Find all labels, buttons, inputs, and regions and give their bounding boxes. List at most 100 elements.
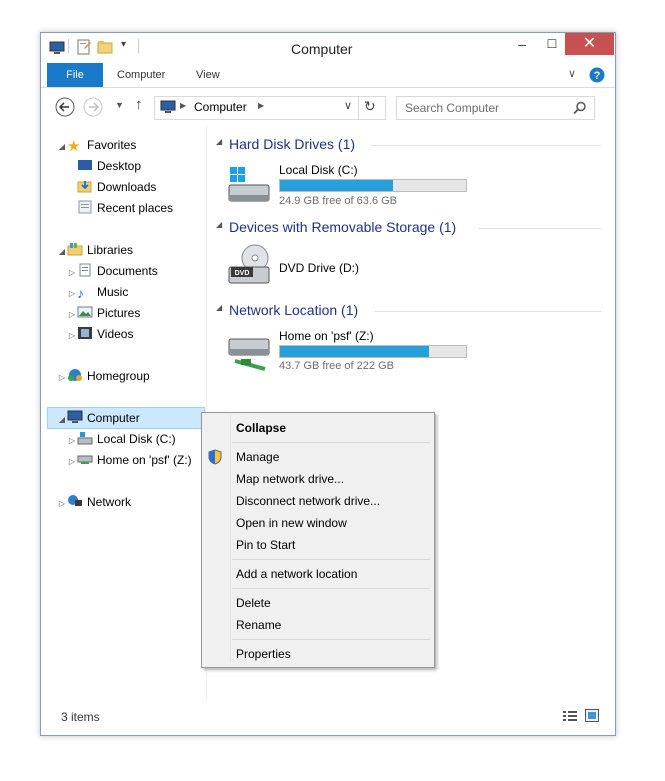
nav-recent-places-label: Recent places (97, 201, 174, 215)
menu-item-properties[interactable]: Properties (236, 647, 291, 661)
group-line (371, 145, 601, 146)
nav-libraries[interactable]: ◢ Libraries (57, 240, 133, 260)
nav-pictures-label: Pictures (97, 306, 141, 320)
menu-item-pin-to-start[interactable]: Pin to Start (236, 538, 295, 552)
computer-icon[interactable] (49, 41, 65, 55)
drive-name-home-psf[interactable]: Home on 'psf' (Z:) (279, 329, 374, 343)
menu-item-add-network-location[interactable]: Add a network location (236, 567, 357, 581)
homegroup-icon (68, 369, 82, 381)
documents-icon (79, 263, 91, 277)
nav-homegroup[interactable]: ▷ Homegroup (57, 366, 150, 386)
new-folder-icon[interactable] (97, 39, 113, 55)
menu-item-manage[interactable]: Manage (236, 450, 279, 464)
collapsed-arrow-icon[interactable]: ▷ (57, 368, 67, 388)
up-button[interactable]: ↑ (135, 96, 143, 113)
svg-text:?: ? (594, 70, 601, 82)
address-bar[interactable]: ▶ Computer ▶ ∨ ↻ (154, 96, 386, 120)
group-collapse-icon[interactable]: ◢ (216, 303, 222, 312)
nav-network-label: Network (87, 495, 132, 509)
group-network-location[interactable]: Network Location (1) (229, 302, 358, 318)
address-divider (358, 97, 359, 119)
network-drive-icon[interactable] (227, 329, 271, 373)
local-disk-usage-fill (280, 180, 394, 191)
dvd-drive-icon[interactable]: DVD (227, 243, 271, 287)
tab-view[interactable]: View (196, 63, 220, 87)
search-placeholder: Search Computer (405, 101, 500, 115)
menu-item-rename[interactable]: Rename (236, 618, 281, 632)
nav-pictures[interactable]: ▷ Pictures (67, 303, 140, 323)
collapsed-arrow-icon[interactable]: ▷ (67, 263, 77, 283)
nav-desktop[interactable]: Desktop (77, 156, 141, 176)
nav-videos[interactable]: ▷ Videos (67, 324, 133, 344)
large-icons-view-icon[interactable] (585, 709, 599, 722)
expanded-arrow-icon[interactable]: ◢ (57, 410, 67, 430)
menu-item-delete[interactable]: Delete (236, 596, 271, 610)
properties-icon[interactable] (76, 39, 92, 55)
nav-local-disk-label: Local Disk (C:) (97, 432, 176, 446)
back-button[interactable] (55, 97, 75, 117)
collapsed-arrow-icon[interactable]: ▷ (57, 494, 67, 514)
customize-qat-icon[interactable]: ▾ (121, 39, 126, 50)
nav-recent-places[interactable]: Recent places (77, 198, 173, 218)
pictures-icon (77, 306, 93, 318)
group-collapse-icon[interactable]: ◢ (216, 220, 222, 229)
menu-separator (232, 588, 430, 589)
collapsed-arrow-icon[interactable]: ▷ (67, 326, 77, 346)
nav-music[interactable]: ▷ ♪ Music (67, 282, 128, 302)
home-psf-usage-bar (279, 345, 467, 358)
nav-network[interactable]: ▷ Network (57, 492, 131, 512)
star-icon: ★ (67, 138, 81, 155)
help-icon[interactable]: ? (589, 67, 605, 83)
refresh-icon[interactable]: ↻ (364, 98, 376, 115)
expand-ribbon-icon[interactable]: ∨ (568, 67, 576, 80)
nav-favorites[interactable]: ◢ ★ Favorites (57, 135, 136, 155)
group-collapse-icon[interactable]: ◢ (216, 137, 222, 146)
drive-name-local-disk[interactable]: Local Disk (C:) (279, 163, 358, 177)
nav-music-label: Music (97, 285, 129, 299)
nav-local-disk[interactable]: ▷ Local Disk (C:) (67, 429, 176, 449)
nav-favorites-label: Favorites (87, 138, 137, 152)
menu-separator (232, 442, 430, 443)
tab-computer[interactable]: Computer (117, 63, 165, 87)
forward-button[interactable] (83, 97, 103, 117)
network-icon (68, 495, 82, 506)
close-button[interactable]: ✕ (565, 33, 614, 55)
local-disk-icon (77, 432, 93, 445)
expanded-arrow-icon[interactable]: ◢ (57, 137, 67, 157)
nav-computer[interactable]: ◢ Computer (57, 408, 140, 428)
collapsed-arrow-icon[interactable]: ▷ (67, 284, 77, 304)
group-removable-storage[interactable]: Devices with Removable Storage (1) (229, 219, 456, 235)
search-box[interactable]: Search Computer (396, 96, 595, 120)
group-hard-disk-drives[interactable]: Hard Disk Drives (1) (229, 136, 355, 152)
menu-separator (232, 639, 430, 640)
search-icon[interactable] (573, 101, 587, 115)
libraries-icon (67, 243, 83, 256)
collapsed-arrow-icon[interactable]: ▷ (67, 431, 77, 451)
nav-documents[interactable]: ▷ Documents (67, 261, 158, 281)
collapsed-arrow-icon[interactable]: ▷ (67, 452, 77, 472)
address-dropdown-icon[interactable]: ∨ (344, 99, 352, 112)
uac-shield-icon (208, 449, 222, 465)
qat-divider (68, 39, 69, 53)
menu-item-disconnect-network-drive[interactable]: Disconnect network drive... (236, 494, 380, 508)
recent-locations-icon[interactable]: ▼ (115, 100, 124, 110)
breadcrumb-chevron-icon[interactable]: ▶ (180, 101, 186, 110)
menu-item-collapse[interactable]: Collapse (236, 421, 286, 435)
breadcrumb-computer[interactable]: Computer (194, 100, 247, 114)
svg-text:DVD: DVD (235, 270, 250, 277)
nav-documents-label: Documents (97, 264, 158, 278)
collapsed-arrow-icon[interactable]: ▷ (67, 305, 77, 325)
nav-home-psf-label: Home on 'psf' (Z:) (97, 453, 192, 467)
details-view-icon[interactable] (563, 710, 577, 722)
expanded-arrow-icon[interactable]: ◢ (57, 242, 67, 262)
nav-home-psf[interactable]: ▷ Home on 'psf' (Z:) (67, 450, 192, 470)
menu-item-map-network-drive[interactable]: Map network drive... (236, 472, 344, 486)
nav-downloads[interactable]: Downloads (77, 177, 156, 197)
minimize-button[interactable]: – (507, 33, 537, 55)
local-disk-icon[interactable] (227, 165, 271, 205)
breadcrumb-chevron-icon[interactable]: ▶ (258, 101, 264, 110)
maximize-button[interactable]: ☐ (537, 33, 567, 55)
menu-item-open-in-new-window[interactable]: Open in new window (236, 516, 347, 530)
tab-file[interactable]: File (47, 63, 103, 87)
drive-name-dvd[interactable]: DVD Drive (D:) (279, 261, 359, 275)
